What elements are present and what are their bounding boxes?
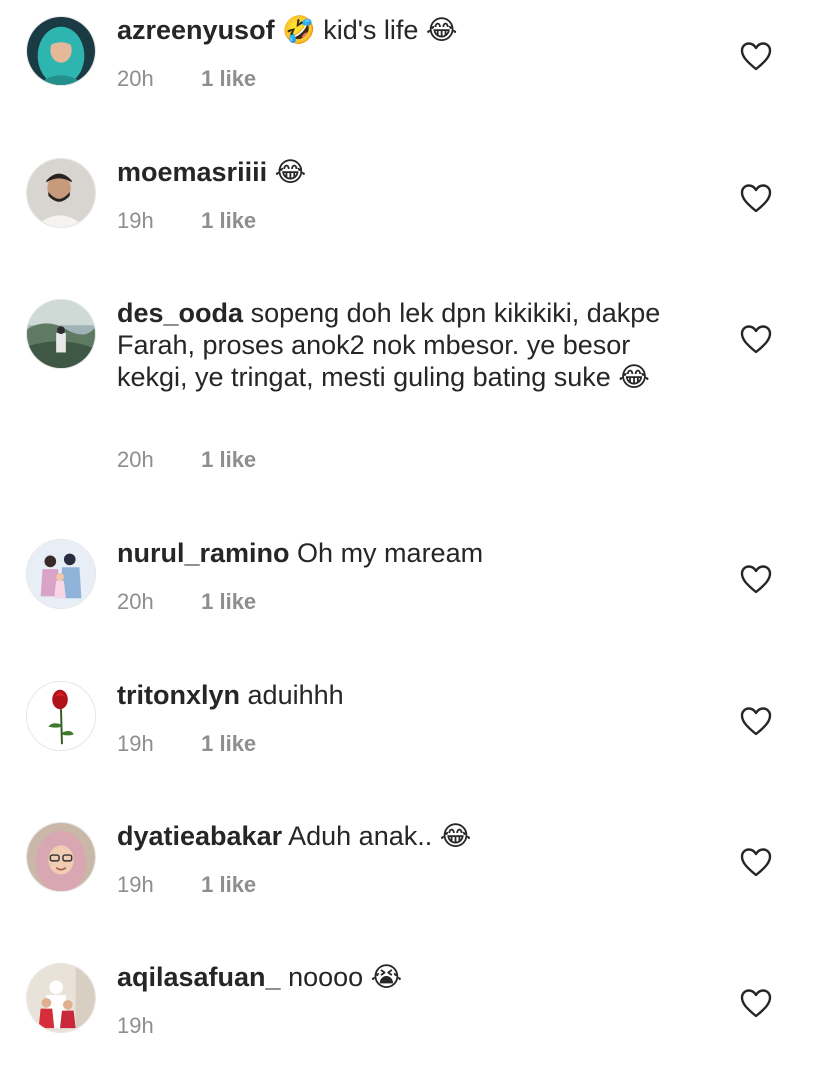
like-heart-icon[interactable] [740, 706, 772, 736]
comment-likes[interactable]: 1 like [201, 208, 256, 233]
like-heart-icon[interactable] [740, 324, 772, 354]
comment-meta: 19h [117, 1013, 195, 1039]
comment-username[interactable]: moemasriiii [117, 157, 267, 187]
comment-body: des_ooda sopeng doh lek dpn kikikiki, da… [117, 297, 697, 393]
comment-likes[interactable]: 1 like [201, 731, 256, 756]
comment-meta: 19h 1 like [117, 872, 256, 898]
comment-meta: 19h 1 like [117, 208, 256, 234]
comment-likes[interactable]: 1 like [201, 589, 256, 614]
comment-meta: 20h 1 like [117, 447, 256, 473]
comment-username[interactable]: aqilasafuan_ [117, 962, 281, 992]
comment-time: 20h [117, 589, 154, 614]
comment-likes[interactable]: 1 like [201, 872, 256, 897]
like-heart-icon[interactable] [740, 41, 772, 71]
like-heart-icon[interactable] [740, 847, 772, 877]
avatar-des_ooda[interactable] [26, 299, 96, 369]
comment-meta: 19h 1 like [117, 731, 256, 757]
comment-likes[interactable]: 1 like [201, 66, 256, 91]
avatar-dyatieabakar[interactable] [26, 822, 96, 892]
comment-meta: 20h 1 like [117, 589, 256, 615]
comment-body: nurul_ramino Oh my maream [117, 537, 697, 569]
avatar-moemasriiii[interactable] [26, 158, 96, 228]
comment-body: dyatieabakar Aduh anak.. 😂 [117, 820, 697, 852]
comment-text: noooo 😭 [288, 962, 403, 992]
comment-username[interactable]: tritonxlyn [117, 680, 240, 710]
comment-meta: 20h 1 like [117, 66, 256, 92]
comment-time: 19h [117, 731, 154, 756]
like-heart-icon[interactable] [740, 988, 772, 1018]
comment-body: aqilasafuan_ noooo 😭 [117, 961, 697, 993]
comment-time: 19h [117, 1013, 154, 1038]
comment-text: 🤣 kid's life 😂 [282, 15, 458, 45]
comment-username[interactable]: dyatieabakar [117, 821, 282, 851]
comment-username[interactable]: des_ooda [117, 298, 243, 328]
avatar-tritonxlyn[interactable] [26, 681, 96, 751]
comment-body: tritonxlyn aduihhh [117, 679, 697, 711]
comment-username[interactable]: nurul_ramino [117, 538, 290, 568]
comment-likes[interactable]: 1 like [201, 447, 256, 472]
comment-text: Aduh anak.. 😂 [288, 821, 472, 851]
comment-text: Oh my maream [297, 538, 484, 568]
like-heart-icon[interactable] [740, 564, 772, 594]
like-heart-icon[interactable] [740, 183, 772, 213]
comment-username[interactable]: azreenyusof [117, 15, 275, 45]
avatar-azreenyusof[interactable] [26, 16, 96, 86]
comment-time: 20h [117, 447, 154, 472]
comment-body: moemasriiii 😂 [117, 156, 697, 188]
comment-body: azreenyusof 🤣 kid's life 😂 [117, 14, 697, 46]
comment-time: 19h [117, 208, 154, 233]
comment-time: 19h [117, 872, 154, 897]
avatar-aqilasafuan_[interactable] [26, 963, 96, 1033]
comment-text: 😂 [274, 157, 307, 187]
comment-time: 20h [117, 66, 154, 91]
avatar-nurul_ramino[interactable] [26, 539, 96, 609]
comment-text: aduihhh [247, 680, 344, 710]
